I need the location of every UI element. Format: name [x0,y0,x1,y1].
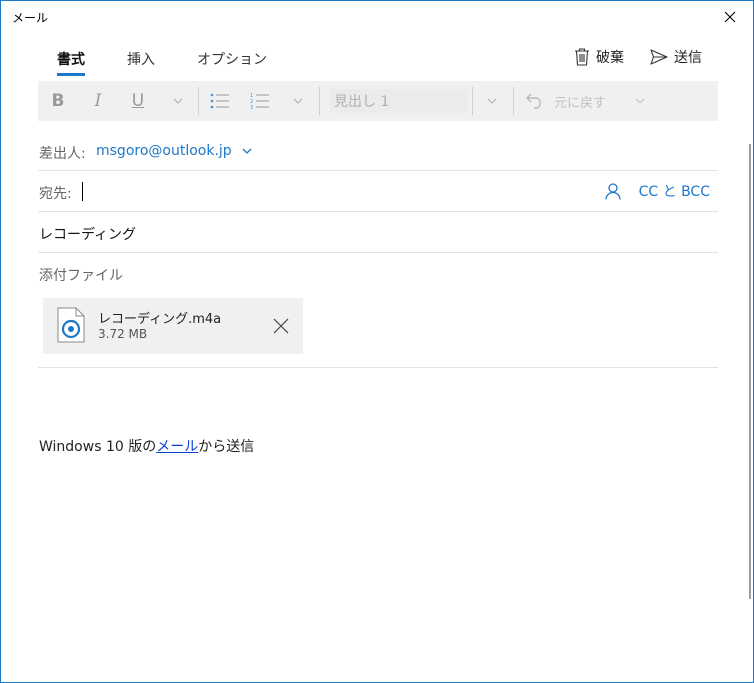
bold-label: B [51,91,65,111]
from-label: 差出人: [39,146,86,162]
close-icon [273,318,289,334]
send-button[interactable]: 送信 [650,47,702,67]
attachments-label: 添付ファイル [39,268,123,284]
subject-value: レコーディング [39,227,137,243]
tab-format-label: 書式 [57,52,85,68]
undo-button[interactable]: 元に戻す [526,81,614,121]
format-toolbar: B I U 1 2 3 見出し 1 元に戻す [38,81,718,121]
discard-button[interactable]: 破棄 [574,47,624,67]
font-options-dropdown[interactable] [166,81,190,121]
signature: Windows 10 版のメールから送信 [39,436,254,456]
to-label: 宛先: [39,186,72,202]
title-bar: メール [1,1,753,33]
heading-style-value: 見出し 1 [334,94,390,110]
tab-options[interactable]: オプション [197,49,267,69]
from-account-selector[interactable]: msgoro@outlook.jp [96,143,252,159]
cc-bcc-button[interactable]: CC と BCC [639,181,710,201]
svg-text:3: 3 [250,105,253,110]
undo-options-dropdown[interactable] [628,81,652,121]
from-address: msgoro@outlook.jp [96,143,232,159]
underline-button[interactable]: U [122,81,154,121]
attachment-card[interactable]: レコーディング.m4a 3.72 MB [43,298,303,354]
message-body[interactable] [38,381,718,671]
chevron-down-icon [635,98,645,104]
signature-suffix: から送信 [198,439,255,455]
numbered-list-icon: 1 2 3 [250,93,269,110]
text-caret [82,182,83,201]
trash-icon [575,48,589,66]
close-button[interactable] [707,1,753,33]
italic-label: I [94,91,102,111]
person-icon[interactable] [604,182,621,200]
bullet-list-icon [210,93,229,109]
subject-row: レコーディング [38,212,718,253]
attachments-section: 添付ファイル レコーディング.m4a 3.72 MB [38,253,718,368]
send-label: 送信 [674,50,702,66]
italic-button[interactable]: I [82,81,114,121]
numbered-list-button[interactable]: 1 2 3 [244,81,276,121]
heading-style-dropdown[interactable] [480,81,504,121]
signature-prefix: Windows 10 版の [39,439,157,455]
toolbar-divider [198,87,199,115]
attachment-name: レコーディング.m4a [98,312,222,327]
audio-file-icon [57,307,85,343]
list-options-dropdown[interactable] [286,81,310,121]
chevron-down-icon [487,98,497,104]
attachment-size: 3.72 MB [98,327,148,341]
chevron-down-icon [173,98,183,104]
chevron-down-icon [242,148,252,154]
discard-label: 破棄 [596,50,624,66]
toolbar-divider [472,87,473,115]
from-row: 差出人: msgoro@outlook.jp [38,131,718,171]
bullet-list-button[interactable] [204,81,236,121]
send-icon [650,49,668,65]
toolbar-divider [319,87,320,115]
tab-insert-label: 挿入 [127,52,155,68]
chevron-down-icon [293,98,303,104]
ribbon-tabs: 書式 挿入 オプション 破棄 送信 [38,45,718,77]
heading-style-select[interactable]: 見出し 1 [330,89,468,113]
active-tab-indicator [57,73,85,76]
tab-format[interactable]: 書式 [57,49,85,76]
recipient-actions: CC と BCC [604,181,710,201]
undo-icon [526,93,541,109]
tab-insert[interactable]: 挿入 [127,49,155,69]
toolbar-divider [513,87,514,115]
subject-input[interactable]: レコーディング [38,216,718,248]
undo-label: 元に戻す [554,95,607,111]
remove-attachment-button[interactable] [267,312,295,340]
window-title: メール [12,11,49,25]
close-icon [724,11,736,23]
signature-link[interactable]: メール [156,439,198,455]
tab-options-label: オプション [197,52,267,68]
to-input[interactable] [80,177,600,205]
vertical-scrollbar[interactable] [749,144,751,599]
bold-button[interactable]: B [42,81,74,121]
to-row: 宛先: CC と BCC [38,171,718,212]
underline-label: U [131,91,145,111]
mail-compose-window: メール 書式 挿入 オプション 破棄 送信 B I U 1 2 3 見出し 1 … [0,0,754,683]
